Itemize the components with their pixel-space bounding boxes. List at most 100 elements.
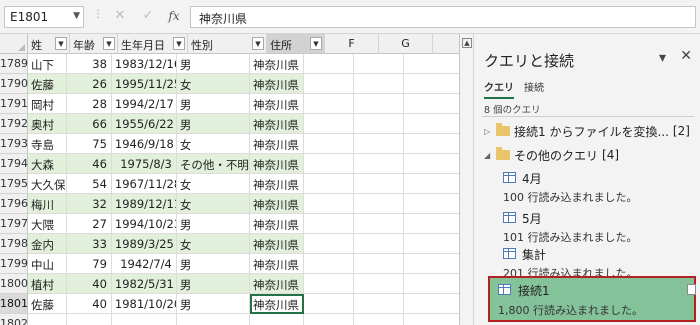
cell-empty[interactable]: [404, 154, 459, 174]
cell-dob[interactable]: 1981/10/20: [111, 294, 177, 314]
cell-gender[interactable]: 男: [176, 54, 251, 74]
cell-name[interactable]: 寺島: [28, 134, 68, 154]
cell-age[interactable]: 40: [67, 274, 112, 294]
query-group-connection1[interactable]: ▷ 接続1 からファイルを変換... [2]: [484, 122, 690, 140]
cell-gender[interactable]: 男: [176, 114, 251, 134]
cell-gender[interactable]: 男: [176, 294, 251, 314]
close-icon[interactable]: ✕: [680, 48, 692, 64]
cell-empty[interactable]: [404, 174, 459, 194]
cell-gender[interactable]: 女: [176, 74, 251, 94]
cell-address[interactable]: 神奈川県: [250, 194, 304, 214]
column-header-age[interactable]: 年齢 ▼: [70, 34, 118, 54]
cell-address[interactable]: 神奈川県: [250, 234, 304, 254]
cell-empty[interactable]: [354, 274, 405, 294]
cell-empty[interactable]: [303, 214, 355, 234]
cell-name[interactable]: 岡村: [28, 94, 68, 114]
cell-empty[interactable]: [404, 274, 459, 294]
query-item-connection1[interactable]: 接続1 1,800 行読み込まれました。: [488, 276, 696, 322]
vertical-scrollbar[interactable]: ▲: [460, 34, 474, 325]
drag-handle-icon[interactable]: ⋮: [93, 9, 103, 20]
cell-age[interactable]: 27: [67, 214, 112, 234]
scroll-up-icon[interactable]: ▲: [462, 38, 472, 48]
cell-empty[interactable]: [404, 54, 459, 74]
row-header[interactable]: 1798: [0, 234, 28, 254]
formula-input[interactable]: 神奈川県: [190, 6, 696, 28]
cell-gender[interactable]: 男: [176, 254, 251, 274]
row-header[interactable]: 1789: [0, 54, 28, 74]
cell-dob[interactable]: 1995/11/25: [111, 74, 177, 94]
cell-name[interactable]: 山下: [28, 54, 68, 74]
query-item-april[interactable]: 4月 100 行読み込まれました。: [500, 168, 692, 208]
query-item-may[interactable]: 5月 101 行読み込まれました。: [500, 208, 692, 248]
expand-arrow-icon[interactable]: ▷: [484, 127, 492, 136]
column-header-dob[interactable]: 生年月日 ▼: [118, 34, 188, 54]
cell-empty[interactable]: [354, 94, 405, 114]
cell-dob[interactable]: [112, 314, 177, 325]
chevron-down-icon[interactable]: ▼: [73, 11, 80, 21]
cell-dob[interactable]: 1982/5/31: [111, 274, 177, 294]
cell-gender[interactable]: 男: [176, 274, 251, 294]
cell-empty[interactable]: [354, 74, 405, 94]
cell-empty[interactable]: [354, 234, 405, 254]
cell-age[interactable]: 40: [67, 294, 112, 314]
row-header[interactable]: 1790: [0, 74, 28, 94]
cell-empty[interactable]: [354, 294, 405, 314]
cell-empty[interactable]: [303, 294, 355, 314]
column-header-name[interactable]: 姓 ▼: [28, 34, 70, 54]
cell-empty[interactable]: [303, 134, 355, 154]
cell-name[interactable]: 中山: [28, 254, 68, 274]
cell-dob[interactable]: 1994/2/17: [111, 94, 177, 114]
cell-dob[interactable]: 1967/11/28: [111, 174, 177, 194]
filter-dropdown-icon[interactable]: ▼: [310, 37, 322, 50]
row-header[interactable]: 1793: [0, 134, 28, 154]
cell-dob[interactable]: 1942/7/4: [111, 254, 177, 274]
cell-age[interactable]: 79: [67, 254, 112, 274]
cell-address[interactable]: 神奈川県: [250, 294, 304, 314]
tab-connections[interactable]: 接続: [524, 79, 544, 99]
cell-empty[interactable]: [404, 194, 459, 214]
enter-icon[interactable]: ✓: [140, 8, 156, 24]
cell-gender[interactable]: 男: [176, 214, 251, 234]
cell-name[interactable]: 大久保: [28, 174, 68, 194]
row-header[interactable]: 1791: [0, 94, 28, 114]
cell-empty[interactable]: [354, 314, 405, 325]
row-header[interactable]: 1799: [0, 254, 28, 274]
cell-empty[interactable]: [303, 54, 355, 74]
cell-dob[interactable]: 1946/9/18: [111, 134, 177, 154]
cell-address[interactable]: 神奈川県: [250, 214, 304, 234]
cell-empty[interactable]: [354, 194, 405, 214]
cell-address[interactable]: 神奈川県: [250, 114, 304, 134]
cell-empty[interactable]: [404, 114, 459, 134]
cell-empty[interactable]: [303, 114, 355, 134]
cell-empty[interactable]: [354, 134, 405, 154]
cell-age[interactable]: 54: [67, 174, 112, 194]
row-header[interactable]: 1795: [0, 174, 28, 194]
cell-age[interactable]: 46: [67, 154, 112, 174]
cell-empty[interactable]: [354, 254, 405, 274]
cell-empty[interactable]: [404, 214, 459, 234]
cell-gender[interactable]: [177, 314, 251, 325]
cell-name[interactable]: 佐藤: [28, 294, 68, 314]
cancel-icon[interactable]: ✕: [112, 8, 128, 24]
cell-empty[interactable]: [303, 154, 355, 174]
tab-queries[interactable]: クエリ: [484, 79, 514, 99]
cell-gender[interactable]: 女: [176, 134, 251, 154]
filter-dropdown-icon[interactable]: ▼: [103, 37, 115, 50]
peek-icon[interactable]: [687, 284, 696, 295]
row-header[interactable]: 1792: [0, 114, 28, 134]
column-header-h[interactable]: [433, 34, 459, 54]
filter-dropdown-icon[interactable]: ▼: [252, 37, 264, 50]
cell-name[interactable]: 植村: [28, 274, 68, 294]
cell-gender[interactable]: その他・不明: [176, 154, 251, 174]
cell-name[interactable]: 佐藤: [28, 74, 68, 94]
cell-gender[interactable]: 女: [176, 234, 251, 254]
cell-gender[interactable]: 女: [176, 174, 251, 194]
cell-age[interactable]: 38: [67, 54, 112, 74]
cell-empty[interactable]: [404, 94, 459, 114]
cell-empty[interactable]: [354, 114, 405, 134]
cell-empty[interactable]: [404, 314, 459, 325]
cell-age[interactable]: 28: [67, 94, 112, 114]
column-header-address[interactable]: 住所 ▼: [267, 34, 325, 54]
cell-address[interactable]: [250, 314, 304, 325]
cell-dob[interactable]: 1989/12/11: [111, 194, 177, 214]
